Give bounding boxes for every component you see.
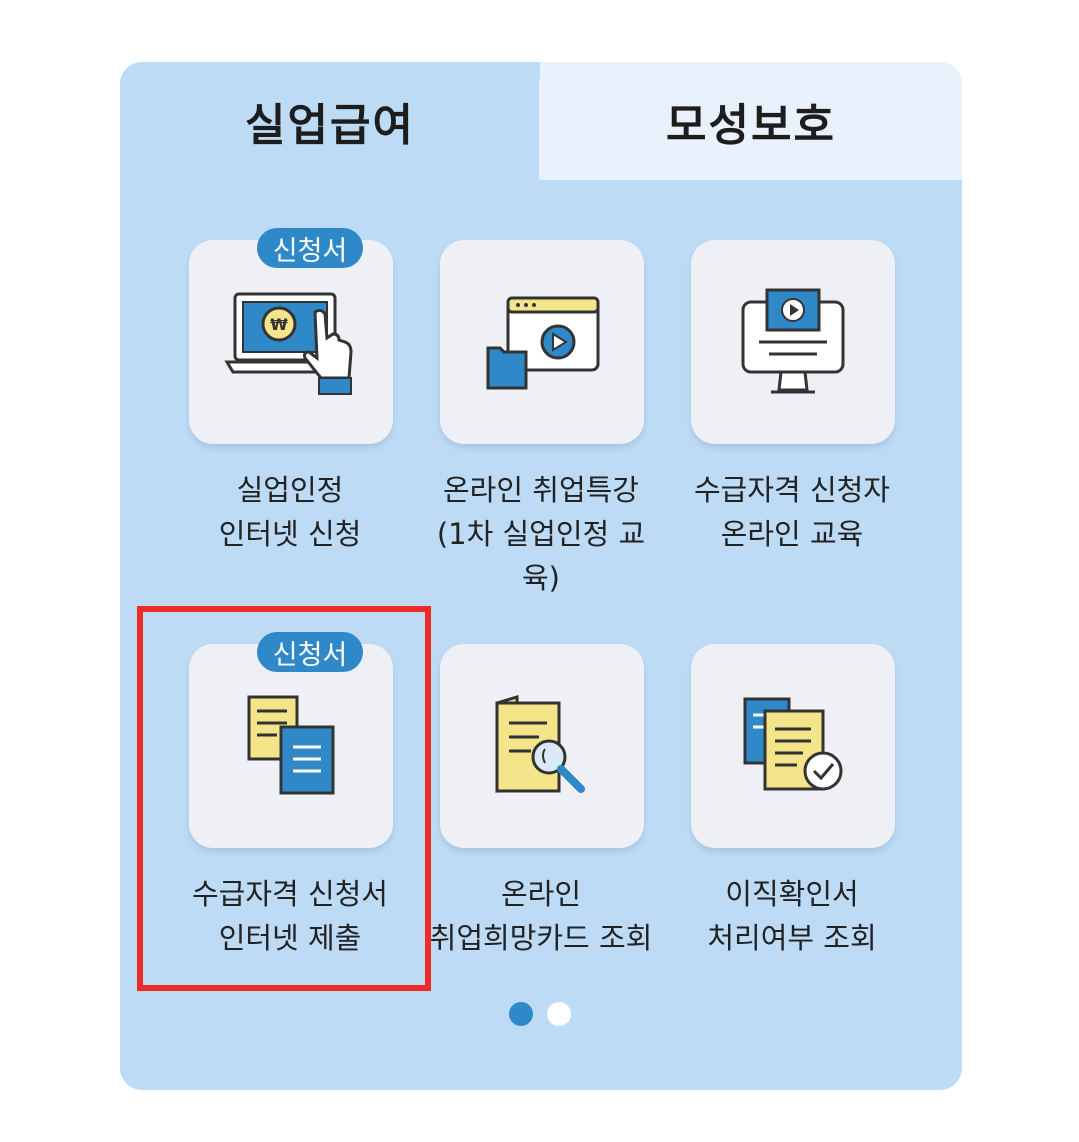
- item-label-line: 이직확인서: [725, 877, 859, 911]
- online-payment-icon: ₩: [224, 292, 353, 395]
- pagination-dot-2[interactable]: [547, 1002, 571, 1026]
- document-check-icon: [743, 697, 843, 791]
- tab-maternity-protection-label: 모성보호: [666, 100, 836, 151]
- tile[interactable]: [189, 644, 393, 848]
- pagination-dots: [509, 1002, 571, 1026]
- item-label-line: 온라인 교육: [720, 517, 864, 551]
- tile[interactable]: [691, 644, 895, 848]
- svg-text:₩: ₩: [270, 315, 288, 334]
- application-badge: 신청서: [257, 228, 363, 268]
- video-lecture-icon: [486, 296, 600, 390]
- item-label-line: 수급자격 신청자: [694, 473, 890, 507]
- document-search-icon: [495, 694, 585, 793]
- item-label: 수급자격 신청자 온라인 교육: [642, 468, 942, 556]
- documents-icon: [247, 695, 335, 795]
- tab-maternity-protection[interactable]: 모성보호: [539, 62, 962, 180]
- tile[interactable]: [691, 240, 895, 444]
- tile[interactable]: [440, 644, 644, 848]
- item-label: 이직확인서 처리여부 조회: [642, 872, 942, 960]
- monitor-video-icon: [741, 288, 845, 394]
- application-badge: 신청서: [257, 632, 363, 672]
- item-label-line: 육): [522, 561, 560, 595]
- tab-unemployment-benefits[interactable]: 실업급여: [120, 62, 540, 180]
- tile[interactable]: ₩: [189, 240, 393, 444]
- tile[interactable]: [440, 240, 644, 444]
- item-label-line: 처리여부 조회: [707, 921, 877, 955]
- pagination-dot-1[interactable]: [509, 1002, 533, 1026]
